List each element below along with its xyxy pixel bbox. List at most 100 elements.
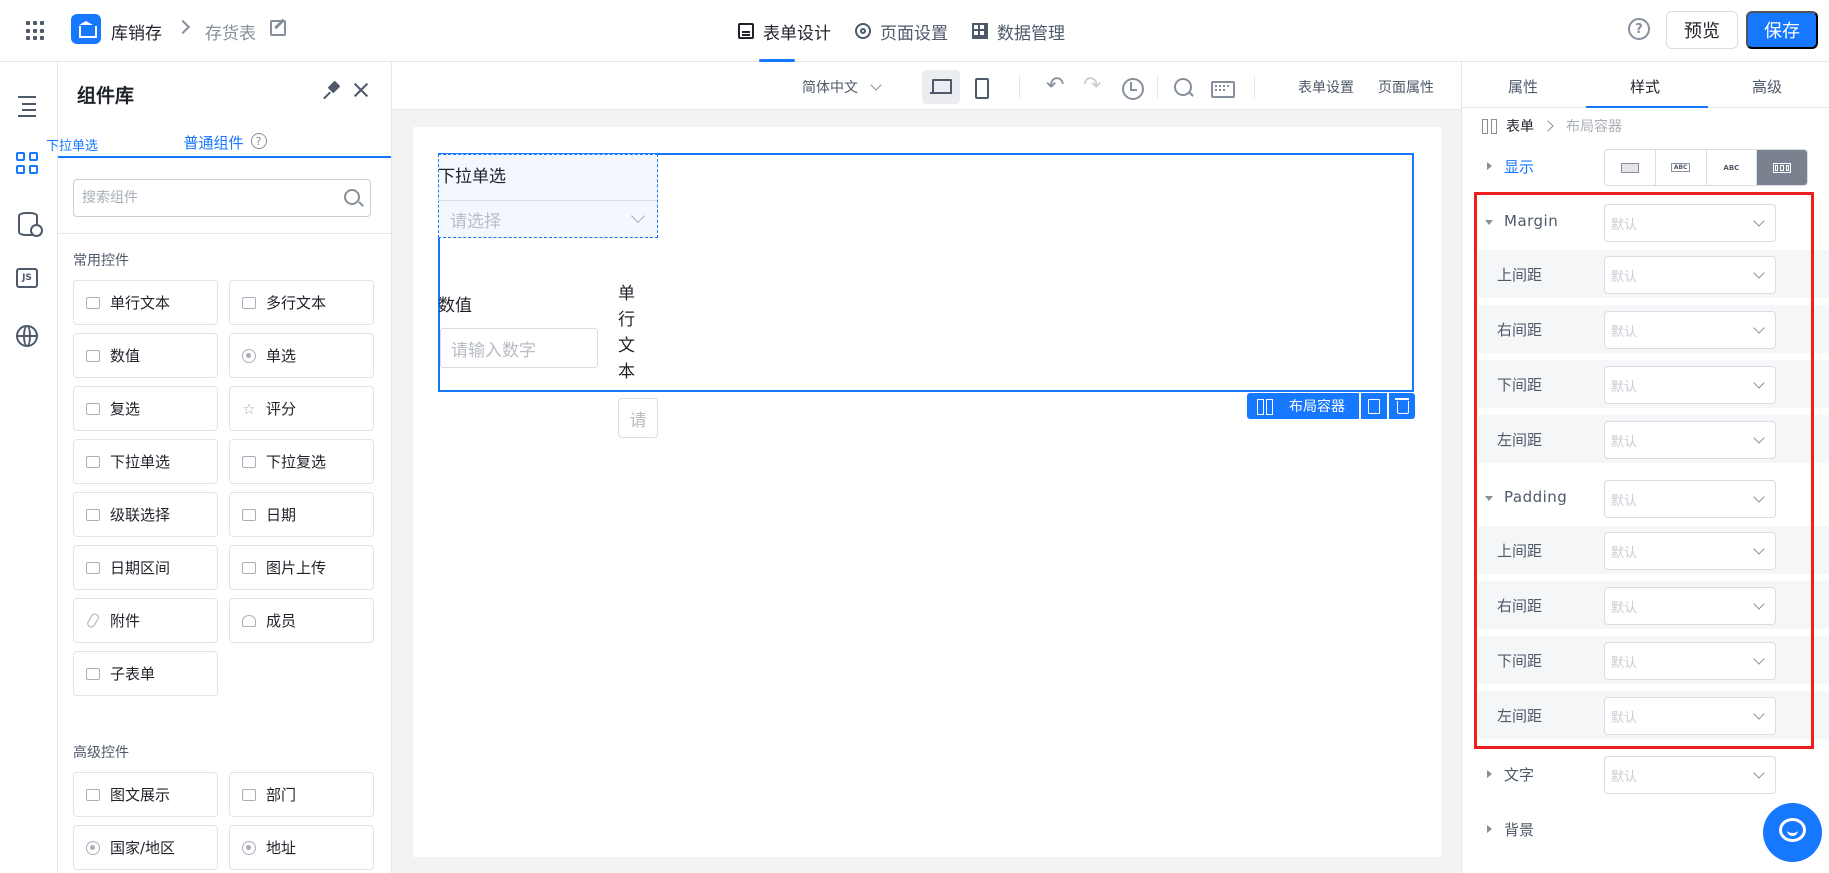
component-label: 下拉复选 [266, 453, 327, 471]
component-radio[interactable]: 单选 [229, 333, 374, 378]
preview-button[interactable]: 预览 [1666, 11, 1738, 49]
component-date[interactable]: 日期 [229, 492, 374, 537]
component-number[interactable]: 数值 [73, 333, 218, 378]
component-dropdown-single[interactable]: 下拉单选 [73, 439, 218, 484]
component-checkbox[interactable]: 复选 [73, 386, 218, 431]
history-icon[interactable] [1112, 70, 1150, 104]
tag-label: 布局容器 [1289, 399, 1345, 415]
component-multi-line-text[interactable]: 多行文本 [229, 280, 374, 325]
number-input[interactable]: 请输入数字 [440, 328, 598, 368]
undo-icon[interactable] [1037, 70, 1075, 104]
component-date-range[interactable]: 日期区间 [73, 545, 218, 590]
pin-icon[interactable] [324, 82, 342, 100]
components-icon[interactable] [16, 152, 40, 176]
document-name[interactable]: 存货表 [205, 19, 256, 44]
tab-form-design[interactable]: 表单设计 [726, 0, 843, 62]
label-char: 行 [618, 310, 635, 330]
padding-top-select[interactable]: 默认 [1604, 532, 1776, 570]
data-source-icon[interactable] [16, 211, 43, 237]
block-icon [1620, 162, 1639, 173]
location-icon [242, 840, 256, 855]
label-char: 本 [618, 362, 635, 382]
margin-top-select[interactable]: 默认 [1604, 256, 1776, 294]
select-value: 默认 [1611, 379, 1638, 395]
app-grid-icon[interactable] [26, 21, 46, 41]
desktop-view-icon[interactable] [922, 70, 960, 104]
component-cascade-select[interactable]: 级联选择 [73, 492, 218, 537]
dropdown-select[interactable]: 请选择 [438, 200, 657, 237]
text-field-icon [86, 296, 100, 309]
gear-icon [855, 23, 871, 39]
tab-page-settings[interactable]: 页面设置 [843, 0, 960, 62]
display-inline-block-option[interactable]: ABC [1656, 150, 1707, 185]
component-member[interactable]: 成员 [229, 598, 374, 643]
tab-data-management[interactable]: 数据管理 [960, 0, 1077, 62]
margin-bottom-row: 下间距 默认 [1478, 360, 1829, 408]
outline-icon[interactable] [16, 94, 40, 118]
component-dropdown-multi[interactable]: 下拉复选 [229, 439, 374, 484]
search-icon[interactable] [344, 189, 360, 205]
tab-style[interactable]: 样式 [1584, 62, 1708, 108]
component-rich-text[interactable]: 图文展示 [73, 772, 218, 817]
background-label: 背景 [1504, 821, 1535, 839]
component-image-upload[interactable]: 图片上传 [229, 545, 374, 590]
caret-right-icon[interactable] [1487, 770, 1492, 778]
label-char: 文 [618, 336, 635, 356]
help-icon[interactable]: ? [1628, 18, 1650, 40]
edit-icon[interactable] [270, 20, 286, 36]
page-properties-link[interactable]: 页面属性 [1378, 77, 1434, 97]
component-department[interactable]: 部门 [229, 772, 374, 817]
margin-right-select[interactable]: 默认 [1604, 311, 1776, 349]
component-attachment[interactable]: 附件 [73, 598, 218, 643]
component-single-line-text[interactable]: 单行文本 [73, 280, 218, 325]
component-country-region[interactable]: 国家/地区 [73, 825, 218, 870]
globe-icon[interactable] [16, 325, 38, 347]
layout-container-tag[interactable]: 布局容器 [1247, 393, 1359, 419]
language-select[interactable]: 简体中文 [802, 77, 882, 97]
display-label[interactable]: 显示 [1504, 156, 1534, 177]
caret-down-icon[interactable] [1485, 220, 1493, 225]
display-flex-option[interactable] [1757, 150, 1807, 185]
js-icon[interactable]: JS [16, 268, 38, 288]
margin-left-select[interactable]: 默认 [1604, 421, 1776, 459]
component-subform[interactable]: 子表单 [73, 651, 218, 696]
chevron-down-icon [1753, 767, 1765, 779]
delete-icon[interactable] [1389, 393, 1415, 419]
component-label: 成员 [266, 612, 297, 630]
redo-icon[interactable] [1074, 70, 1112, 104]
mobile-view-icon[interactable] [961, 70, 999, 104]
padding-left-select[interactable]: 默认 [1604, 697, 1776, 735]
padding-select[interactable]: 默认 [1604, 480, 1776, 518]
display-block-option[interactable] [1605, 150, 1656, 185]
label-char: 单 [618, 284, 635, 304]
save-button[interactable]: 保存 [1746, 11, 1818, 49]
padding-bottom-select[interactable]: 默认 [1604, 642, 1776, 680]
padding-right-select[interactable]: 默认 [1604, 587, 1776, 625]
component-address[interactable]: 地址 [229, 825, 374, 870]
keyboard-icon[interactable] [1203, 70, 1241, 104]
help-icon[interactable]: ? [250, 133, 267, 149]
breadcrumb-root[interactable]: 表单 [1506, 116, 1534, 136]
display-inline-option[interactable]: ABC [1707, 150, 1758, 185]
margin-bottom-select[interactable]: 默认 [1604, 366, 1776, 404]
tab-attributes[interactable]: 属性 [1462, 62, 1584, 107]
margin-select[interactable]: 默认 [1604, 204, 1776, 242]
customer-support-icon[interactable] [1763, 803, 1822, 862]
caret-down-icon[interactable] [1485, 496, 1493, 501]
search-input[interactable] [74, 180, 314, 216]
caret-right-icon[interactable] [1487, 162, 1492, 170]
close-icon[interactable] [352, 81, 370, 99]
padding-label: Padding [1504, 488, 1568, 506]
app-name[interactable]: 库销存 [111, 19, 162, 44]
caret-right-icon[interactable] [1487, 825, 1492, 833]
selected-component-label[interactable]: 下拉单选 [46, 135, 98, 154]
tab-common-components[interactable]: 普通组件 ? [58, 132, 391, 158]
form-settings-link[interactable]: 表单设置 [1298, 77, 1354, 97]
single-line-text-input[interactable]: 请 [618, 398, 658, 438]
text-select[interactable]: 默认 [1604, 756, 1776, 794]
tab-advanced[interactable]: 高级 [1706, 62, 1828, 107]
component-rating[interactable]: ☆ 评分 [229, 386, 374, 431]
copy-icon[interactable] [1361, 393, 1387, 419]
text-label: 文字 [1504, 766, 1535, 784]
search-icon[interactable] [1164, 70, 1202, 104]
